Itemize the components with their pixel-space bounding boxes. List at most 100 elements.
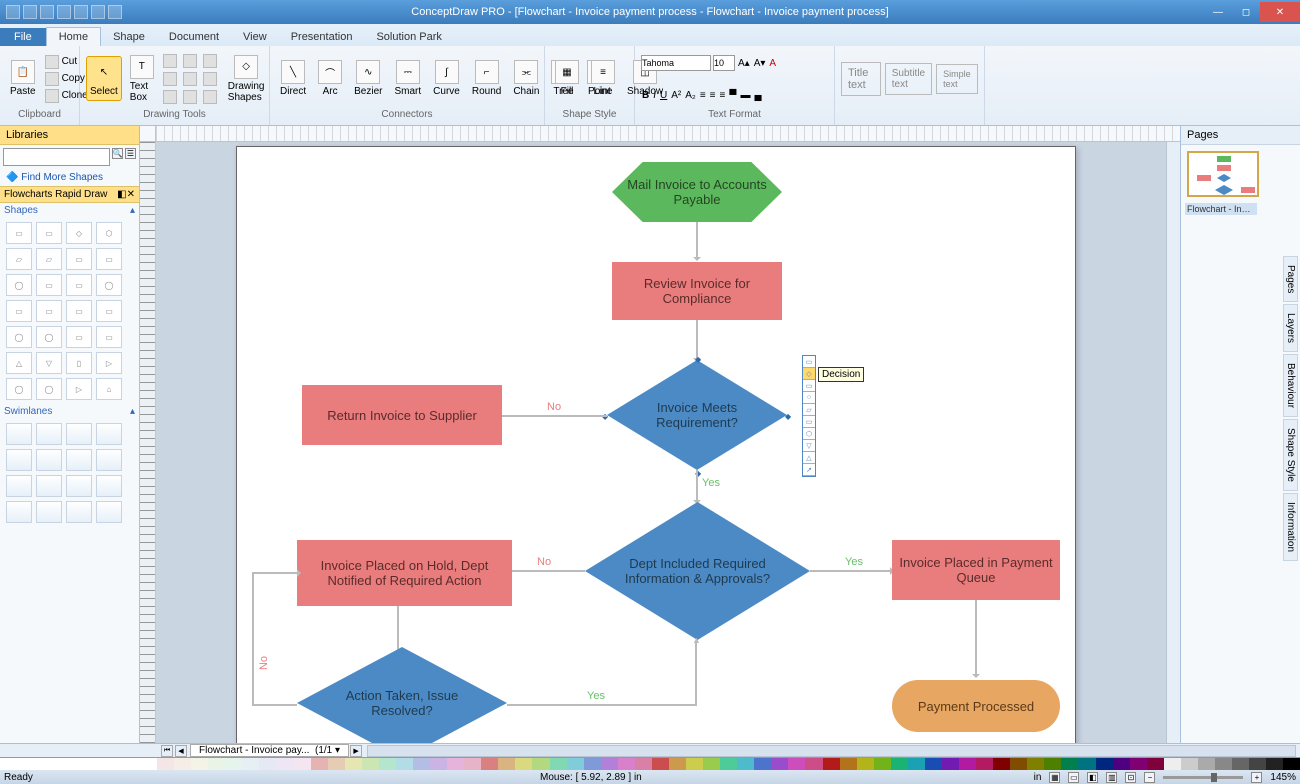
shape-tool[interactable] (182, 53, 200, 69)
shape-item[interactable]: ▽ (36, 352, 62, 374)
shape-item[interactable]: ▯ (66, 352, 92, 374)
tab-document[interactable]: Document (157, 28, 231, 46)
tab-file[interactable]: File (0, 28, 46, 46)
chain-button[interactable]: ⫘Chain (509, 58, 543, 99)
curve-button[interactable]: ∫Curve (429, 58, 464, 99)
find-more-shapes-link[interactable]: 🔷 Find More Shapes (0, 169, 139, 186)
shape-item[interactable]: ▭ (66, 274, 92, 296)
swim-item[interactable] (96, 423, 122, 445)
paste-button[interactable]: 📋Paste (6, 58, 40, 99)
font-select[interactable] (641, 55, 711, 71)
swim-item[interactable] (6, 501, 32, 523)
swim-item[interactable] (6, 423, 32, 445)
shape-item[interactable]: ▱ (36, 248, 62, 270)
select-button[interactable]: ↖Select (86, 56, 122, 101)
shape-item[interactable]: ◯ (36, 326, 62, 348)
style-title[interactable]: Title text (841, 62, 881, 96)
sidetab-layers[interactable]: Layers (1283, 304, 1298, 352)
node-start[interactable]: Mail Invoice to Accounts Payable (612, 162, 782, 222)
bold-button[interactable]: B (641, 89, 650, 102)
shape-tool[interactable] (202, 71, 220, 87)
shape-item[interactable]: ◯ (6, 274, 32, 296)
align-left[interactable]: ≡ (699, 89, 707, 102)
qat-btn[interactable] (6, 5, 20, 19)
shape-item[interactable]: ◯ (96, 274, 122, 296)
shape-item[interactable]: ▭ (36, 300, 62, 322)
shape-item[interactable]: ◯ (6, 378, 32, 400)
shape-item[interactable]: △ (6, 352, 32, 374)
qat-btn[interactable] (91, 5, 105, 19)
view-btn[interactable]: ▥ (1106, 772, 1117, 783)
qat-btn[interactable] (74, 5, 88, 19)
shape-item[interactable]: ▱ (6, 248, 32, 270)
shape-item[interactable]: ▭ (6, 222, 32, 244)
shape-tool[interactable] (162, 53, 180, 69)
shape-item[interactable]: ▭ (6, 300, 32, 322)
sub-button[interactable]: A₂ (684, 89, 697, 102)
swim-item[interactable] (66, 449, 92, 471)
node-payment-processed[interactable]: Payment Processed (892, 680, 1060, 732)
font-color[interactable]: A (768, 55, 777, 71)
node-payment-queue[interactable]: Invoice Placed in Payment Queue (892, 540, 1060, 600)
shape-item[interactable]: ▭ (66, 248, 92, 270)
shape-item[interactable]: ◯ (36, 378, 62, 400)
swim-item[interactable] (96, 475, 122, 497)
scroll-horizontal[interactable] (367, 745, 1296, 757)
drawing-shapes-button[interactable]: ◇Drawing Shapes (224, 53, 269, 105)
options-icon[interactable]: ☰ (125, 148, 136, 159)
increase-font[interactable]: A▴ (737, 55, 751, 71)
minimize-button[interactable]: — (1204, 2, 1232, 22)
style-subtitle[interactable]: Subtitle text (885, 63, 932, 95)
shape-tool[interactable] (202, 53, 220, 69)
library-search[interactable] (3, 148, 110, 166)
page-thumbnail[interactable] (1187, 151, 1259, 197)
shape-tool[interactable] (182, 71, 200, 87)
node-on-hold[interactable]: Invoice Placed on Hold, Dept Notified of… (297, 540, 512, 606)
swim-item[interactable] (66, 501, 92, 523)
italic-button[interactable]: I (652, 89, 657, 102)
tab-solution[interactable]: Solution Park (364, 28, 453, 46)
swim-item[interactable] (96, 449, 122, 471)
tab-shape[interactable]: Shape (101, 28, 157, 46)
node-dept-included[interactable]: Dept Included Required Information & App… (585, 502, 810, 640)
fill-button[interactable]: ▦Fill (551, 58, 583, 99)
tab-view[interactable]: View (231, 28, 279, 46)
page-tab[interactable]: Flowchart - Invoice pay... (1/1 ▾ (190, 744, 349, 757)
swimlanes-section[interactable]: Swimlanes▴ (0, 404, 139, 419)
sidetab-pages[interactable]: Pages (1283, 256, 1298, 302)
valign-mid[interactable]: ▬ (739, 89, 751, 102)
sidetab-info[interactable]: Information (1283, 493, 1298, 561)
shape-item[interactable]: ◇ (66, 222, 92, 244)
smart-shape-toolbar[interactable]: ▭◇▭○▱▭⬡▽△↗ (802, 355, 816, 477)
font-size[interactable] (713, 55, 735, 71)
textbox-button[interactable]: TText Box (126, 53, 158, 105)
page-first[interactable]: ⏮ (161, 745, 173, 757)
swim-item[interactable] (66, 423, 92, 445)
swim-item[interactable] (6, 449, 32, 471)
node-review[interactable]: Review Invoice for Compliance (612, 262, 782, 320)
swim-item[interactable] (36, 501, 62, 523)
scroll-vertical[interactable] (1166, 142, 1180, 743)
view-btn[interactable]: ▭ (1068, 772, 1079, 783)
tab-presentation[interactable]: Presentation (279, 28, 365, 46)
close-button[interactable]: ✕ (1260, 2, 1300, 22)
shape-item[interactable]: ▷ (66, 378, 92, 400)
underline-button[interactable]: U (659, 89, 668, 102)
view-btn[interactable]: ◧ (1087, 772, 1098, 783)
align-right[interactable]: ≡ (719, 89, 727, 102)
page-next[interactable]: ▶ (350, 745, 362, 757)
qat-btn[interactable] (108, 5, 122, 19)
shape-item[interactable]: ▭ (66, 326, 92, 348)
swim-item[interactable] (36, 423, 62, 445)
style-simple[interactable]: Simple text (936, 64, 978, 94)
bezier-button[interactable]: ∿Bezier (350, 58, 386, 99)
node-return[interactable]: Return Invoice to Supplier (302, 385, 502, 445)
shape-item[interactable]: ⬡ (96, 222, 122, 244)
shape-tool[interactable] (162, 71, 180, 87)
shape-item[interactable]: ⌂ (96, 378, 122, 400)
smart-button[interactable]: ⎓Smart (390, 58, 425, 99)
shape-item[interactable]: ▭ (66, 300, 92, 322)
color-palette[interactable] (0, 757, 1300, 770)
shape-item[interactable]: ◯ (6, 326, 32, 348)
super-button[interactable]: A² (670, 89, 682, 102)
